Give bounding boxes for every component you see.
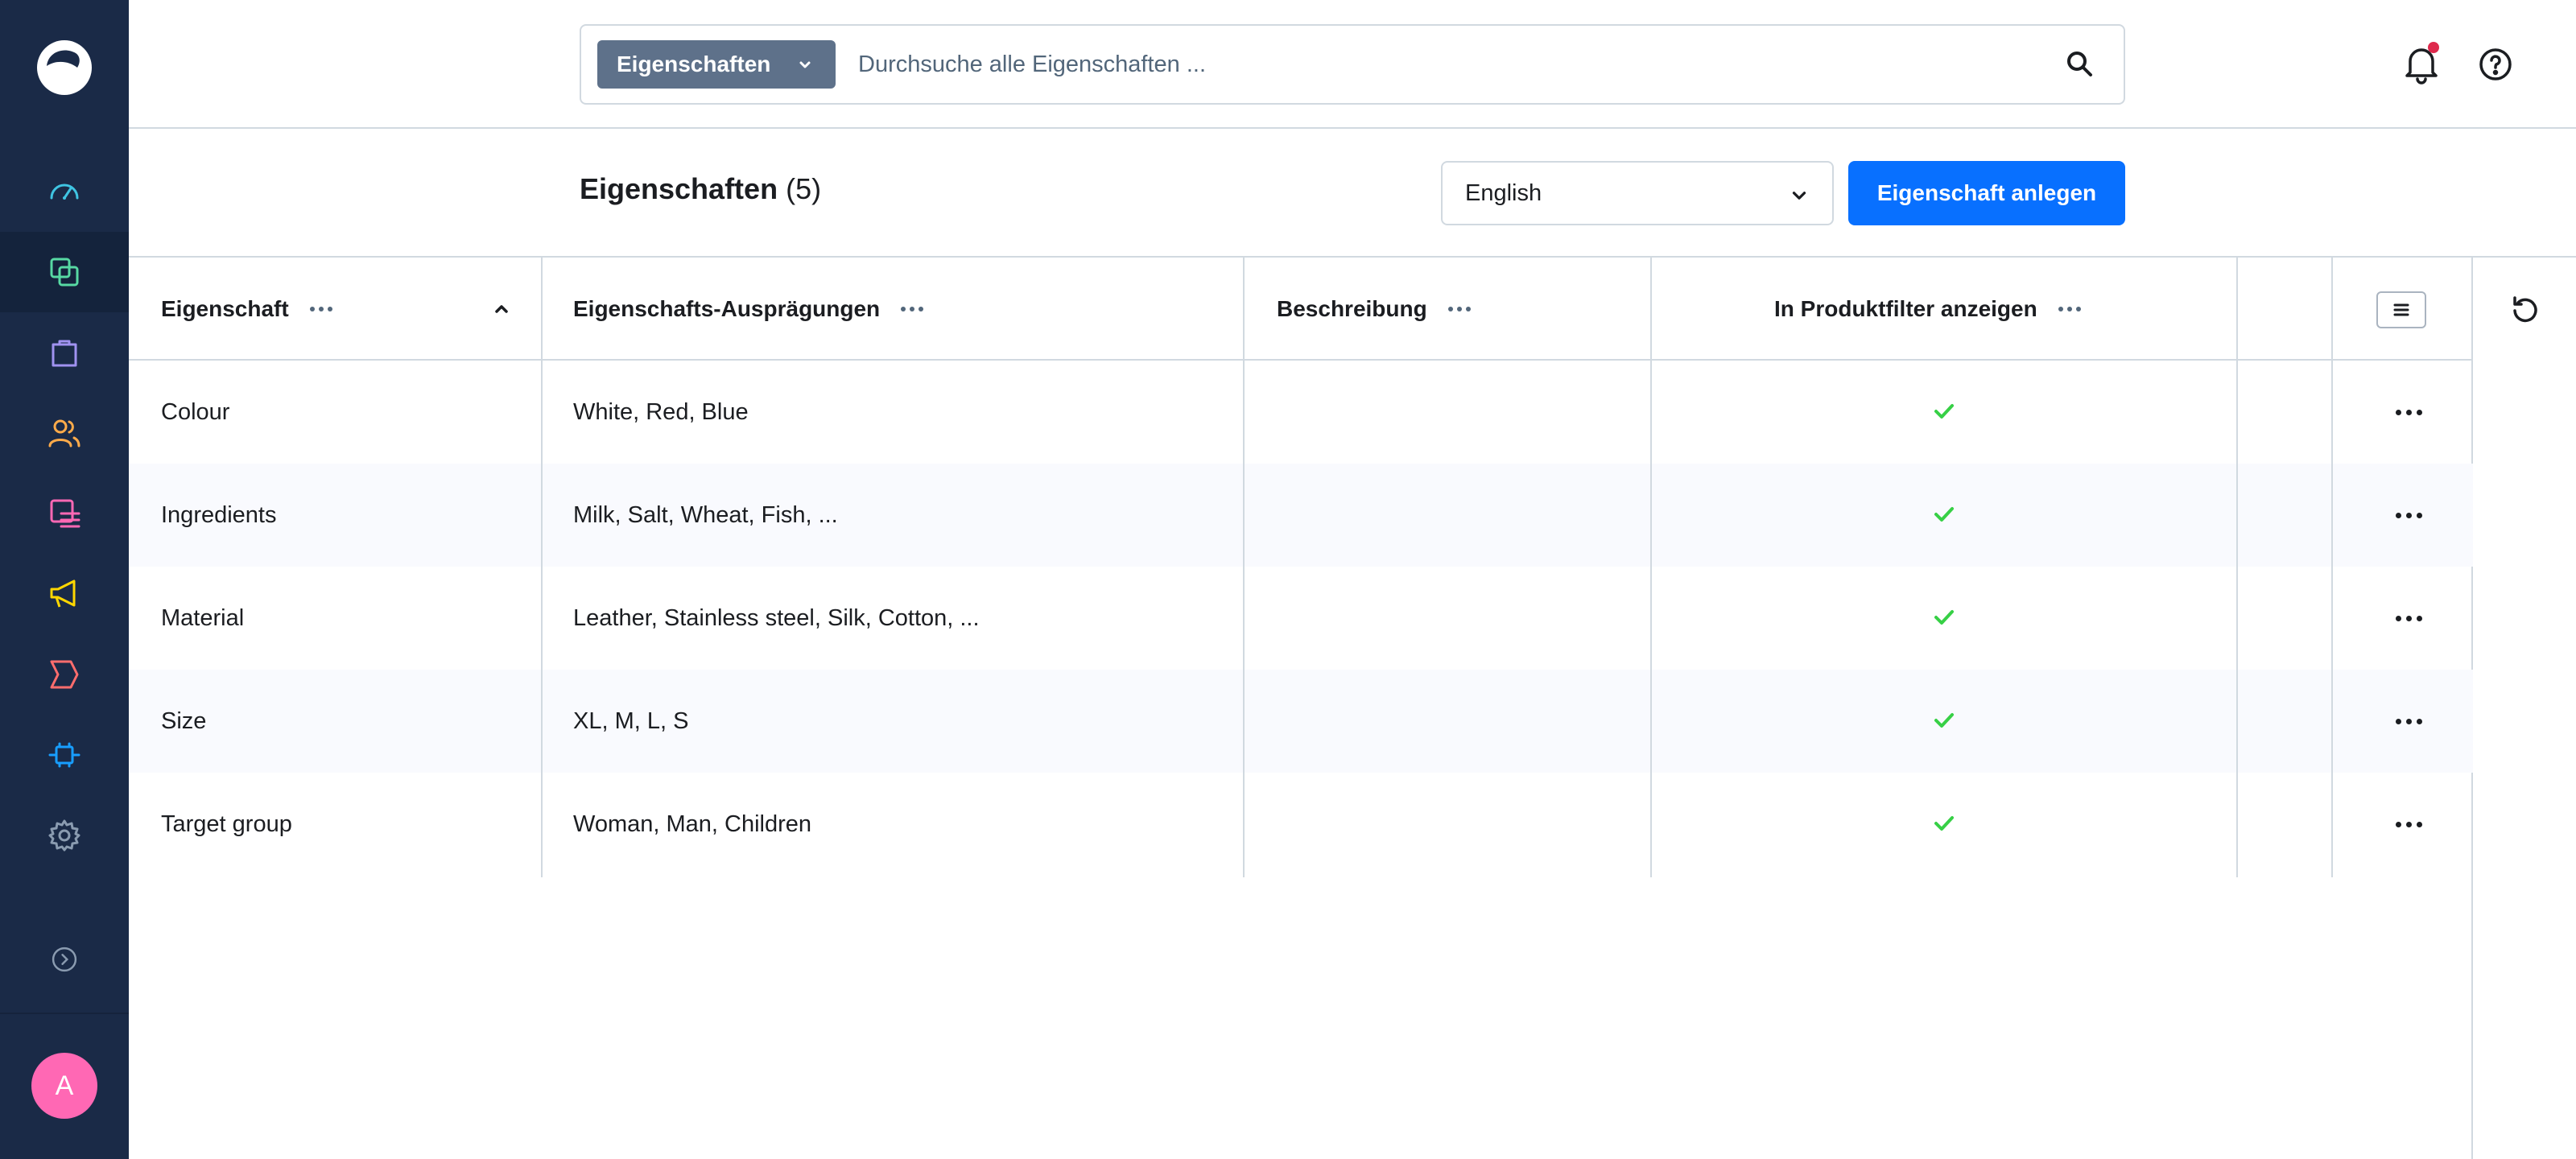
column-header-label: Eigenschafts-Ausprägungen xyxy=(573,296,881,321)
column-header-values[interactable]: Eigenschafts-Ausprägungen xyxy=(573,258,924,361)
customers-icon xyxy=(48,419,80,448)
sidebar-item-settings[interactable] xyxy=(0,795,129,876)
chevron-down-icon xyxy=(799,61,811,68)
cell-property-name[interactable]: Material xyxy=(161,567,244,670)
create-property-button[interactable]: Eigenschaft anlegen xyxy=(1848,161,2125,225)
page-title-count: (5) xyxy=(786,172,822,205)
column-header-property[interactable]: Eigenschaft xyxy=(161,258,547,361)
dashboard-icon xyxy=(50,184,79,200)
page-title-text: Eigenschaften xyxy=(580,172,778,205)
admin-sidebar: A xyxy=(0,0,129,1159)
shopware-logo[interactable] xyxy=(32,35,97,100)
column-divider xyxy=(2331,258,2333,877)
content-icon xyxy=(50,499,80,528)
cell-property-name[interactable]: Size xyxy=(161,670,206,773)
column-divider xyxy=(541,258,543,877)
language-switch[interactable]: English xyxy=(1441,161,1834,225)
sidebar-item-extensions[interactable] xyxy=(0,715,129,795)
sidebar-right xyxy=(2473,258,2576,1159)
column-header-label: In Produktfilter anzeigen xyxy=(1774,296,2037,321)
search-bar: Eigenschaften xyxy=(129,0,2576,129)
checkmark-icon xyxy=(1934,816,1954,831)
grid-settings-button[interactable] xyxy=(2376,291,2426,328)
search-icon[interactable] xyxy=(2064,48,2096,80)
orders-icon xyxy=(52,340,77,367)
checkmark-icon xyxy=(1934,404,1954,419)
column-menu-icon[interactable] xyxy=(309,307,332,311)
column-header-description[interactable]: Beschreibung xyxy=(1277,258,1471,361)
row-actions-button[interactable] xyxy=(2386,396,2431,428)
sidebar-item-dashboard[interactable] xyxy=(0,151,129,232)
page-title: Eigenschaften (5) xyxy=(580,172,821,206)
sidebar-item-orders[interactable] xyxy=(0,312,129,393)
checkmark-icon xyxy=(1934,610,1954,625)
column-header-product-filter[interactable]: In Produktfilter anzeigen xyxy=(1774,258,2081,361)
marketing-icon xyxy=(50,580,76,608)
cell-property-name[interactable]: Target group xyxy=(161,773,292,876)
catalogue-icon xyxy=(50,258,79,287)
cell-property-values: Leather, Stainless steel, Silk, Cotton, … xyxy=(573,604,980,631)
column-header-label: Beschreibung xyxy=(1277,296,1427,321)
column-menu-icon[interactable] xyxy=(2058,307,2081,311)
cell-property-values: White, Red, Blue xyxy=(573,398,749,425)
cell-property-name[interactable]: Colour xyxy=(161,361,229,464)
grid-header: Eigenschaft Eigenschafts-Ausprägungen Be… xyxy=(129,258,2473,361)
search-type-dropdown[interactable]: Eigenschaften xyxy=(597,40,836,89)
sidebar-divider xyxy=(0,1013,129,1014)
column-divider xyxy=(2236,258,2238,877)
notification-badge xyxy=(2428,42,2439,53)
row-actions-button[interactable] xyxy=(2386,499,2431,531)
row-actions-button[interactable] xyxy=(2386,705,2431,737)
checkmark-icon xyxy=(1934,713,1954,728)
row-actions-button[interactable] xyxy=(2386,602,2431,634)
column-divider xyxy=(1243,258,1245,877)
settings-icon xyxy=(48,819,80,852)
table-row: Ingredients Milk, Salt, Wheat, Fish, ... xyxy=(129,464,2473,567)
column-menu-icon[interactable] xyxy=(901,307,924,311)
global-search: Eigenschaften xyxy=(580,24,2125,105)
sidebar-item-customers[interactable] xyxy=(0,393,129,473)
table-row: Colour White, Red, Blue xyxy=(129,361,2473,464)
search-type-label: Eigenschaften xyxy=(617,52,771,76)
checkmark-icon xyxy=(1934,507,1954,522)
list-icon xyxy=(2393,303,2409,316)
collapse-arrow-icon xyxy=(52,947,77,972)
sidebar-item-marketing[interactable] xyxy=(0,554,129,634)
cell-property-values: Woman, Man, Children xyxy=(573,810,812,837)
cell-property-values: XL, M, L, S xyxy=(573,707,689,734)
property-grid: Colour White, Red, Blue Ingredients Milk… xyxy=(129,258,2473,1159)
column-divider xyxy=(1650,258,1652,877)
language-switch-value: English xyxy=(1465,179,1542,206)
table-row: Size XL, M, L, S xyxy=(129,670,2473,773)
sidebar-item-sales-channels[interactable] xyxy=(0,634,129,715)
user-avatar[interactable]: A xyxy=(31,1053,97,1119)
cell-property-name[interactable]: Ingredients xyxy=(161,464,277,567)
help-icon[interactable] xyxy=(2471,40,2520,89)
table-row: Target group Woman, Man, Children xyxy=(129,773,2473,876)
row-actions-button[interactable] xyxy=(2386,808,2431,840)
sidebar-item-content[interactable] xyxy=(0,473,129,554)
column-header-label: Eigenschaft xyxy=(161,296,289,321)
table-row: Material Leather, Stainless steel, Silk,… xyxy=(129,567,2473,670)
sidebar-item-catalogues[interactable] xyxy=(0,232,129,312)
cell-property-values: Milk, Salt, Wheat, Fish, ... xyxy=(573,501,838,528)
smart-bar: Eigenschaften (5) English Eigenschaft an… xyxy=(129,129,2576,258)
extensions-icon xyxy=(48,742,80,768)
sales-channels-icon xyxy=(50,660,79,689)
search-input[interactable] xyxy=(858,40,2017,89)
sidebar-collapse-button[interactable] xyxy=(0,919,129,1000)
chevron-down-icon xyxy=(1792,192,1806,200)
refresh-icon[interactable] xyxy=(2507,293,2542,328)
column-menu-icon[interactable] xyxy=(1447,307,1471,311)
sort-ascending-icon[interactable] xyxy=(491,299,512,320)
